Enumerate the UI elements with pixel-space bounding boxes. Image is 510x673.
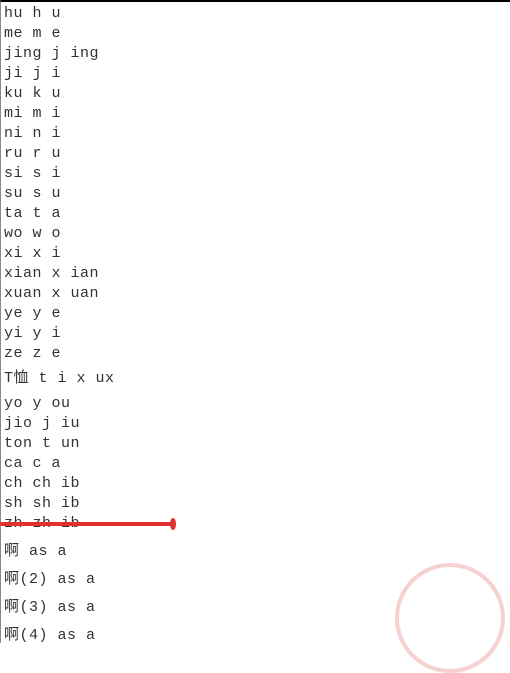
text-line: xian x ian <box>4 264 510 284</box>
text-line: ton t un <box>4 434 510 454</box>
text-line: sh sh ib <box>4 494 510 514</box>
text-line: ye y e <box>4 304 510 324</box>
text-line: ca c a <box>4 454 510 474</box>
text-line: ch ch ib <box>4 474 510 494</box>
text-container: hu h u me m e jing j ing ji j i ku k u m… <box>0 0 510 643</box>
text-line: ku k u <box>4 84 510 104</box>
text-line: jing j ing <box>4 44 510 64</box>
text-line: me m e <box>4 24 510 44</box>
text-line: su s u <box>4 184 510 204</box>
text-line: T恤 t i x ux <box>4 369 510 389</box>
text-line: yi y i <box>4 324 510 344</box>
text-line: jio j iu <box>4 414 510 434</box>
text-line: ta t a <box>4 204 510 224</box>
text-line: si s i <box>4 164 510 184</box>
text-line: xuan x uan <box>4 284 510 304</box>
text-line: wo w o <box>4 224 510 244</box>
text-line: ru r u <box>4 144 510 164</box>
text-line: hu h u <box>4 4 510 24</box>
text-line: 啊 as a <box>4 542 510 562</box>
red-annotation-underline <box>0 522 175 526</box>
text-line: ni n i <box>4 124 510 144</box>
text-line: ji j i <box>4 64 510 84</box>
watermark-circle <box>395 563 505 673</box>
text-line: yo y ou <box>4 394 510 414</box>
text-line: ze z e <box>4 344 510 364</box>
text-line: xi x i <box>4 244 510 264</box>
text-line: mi m i <box>4 104 510 124</box>
